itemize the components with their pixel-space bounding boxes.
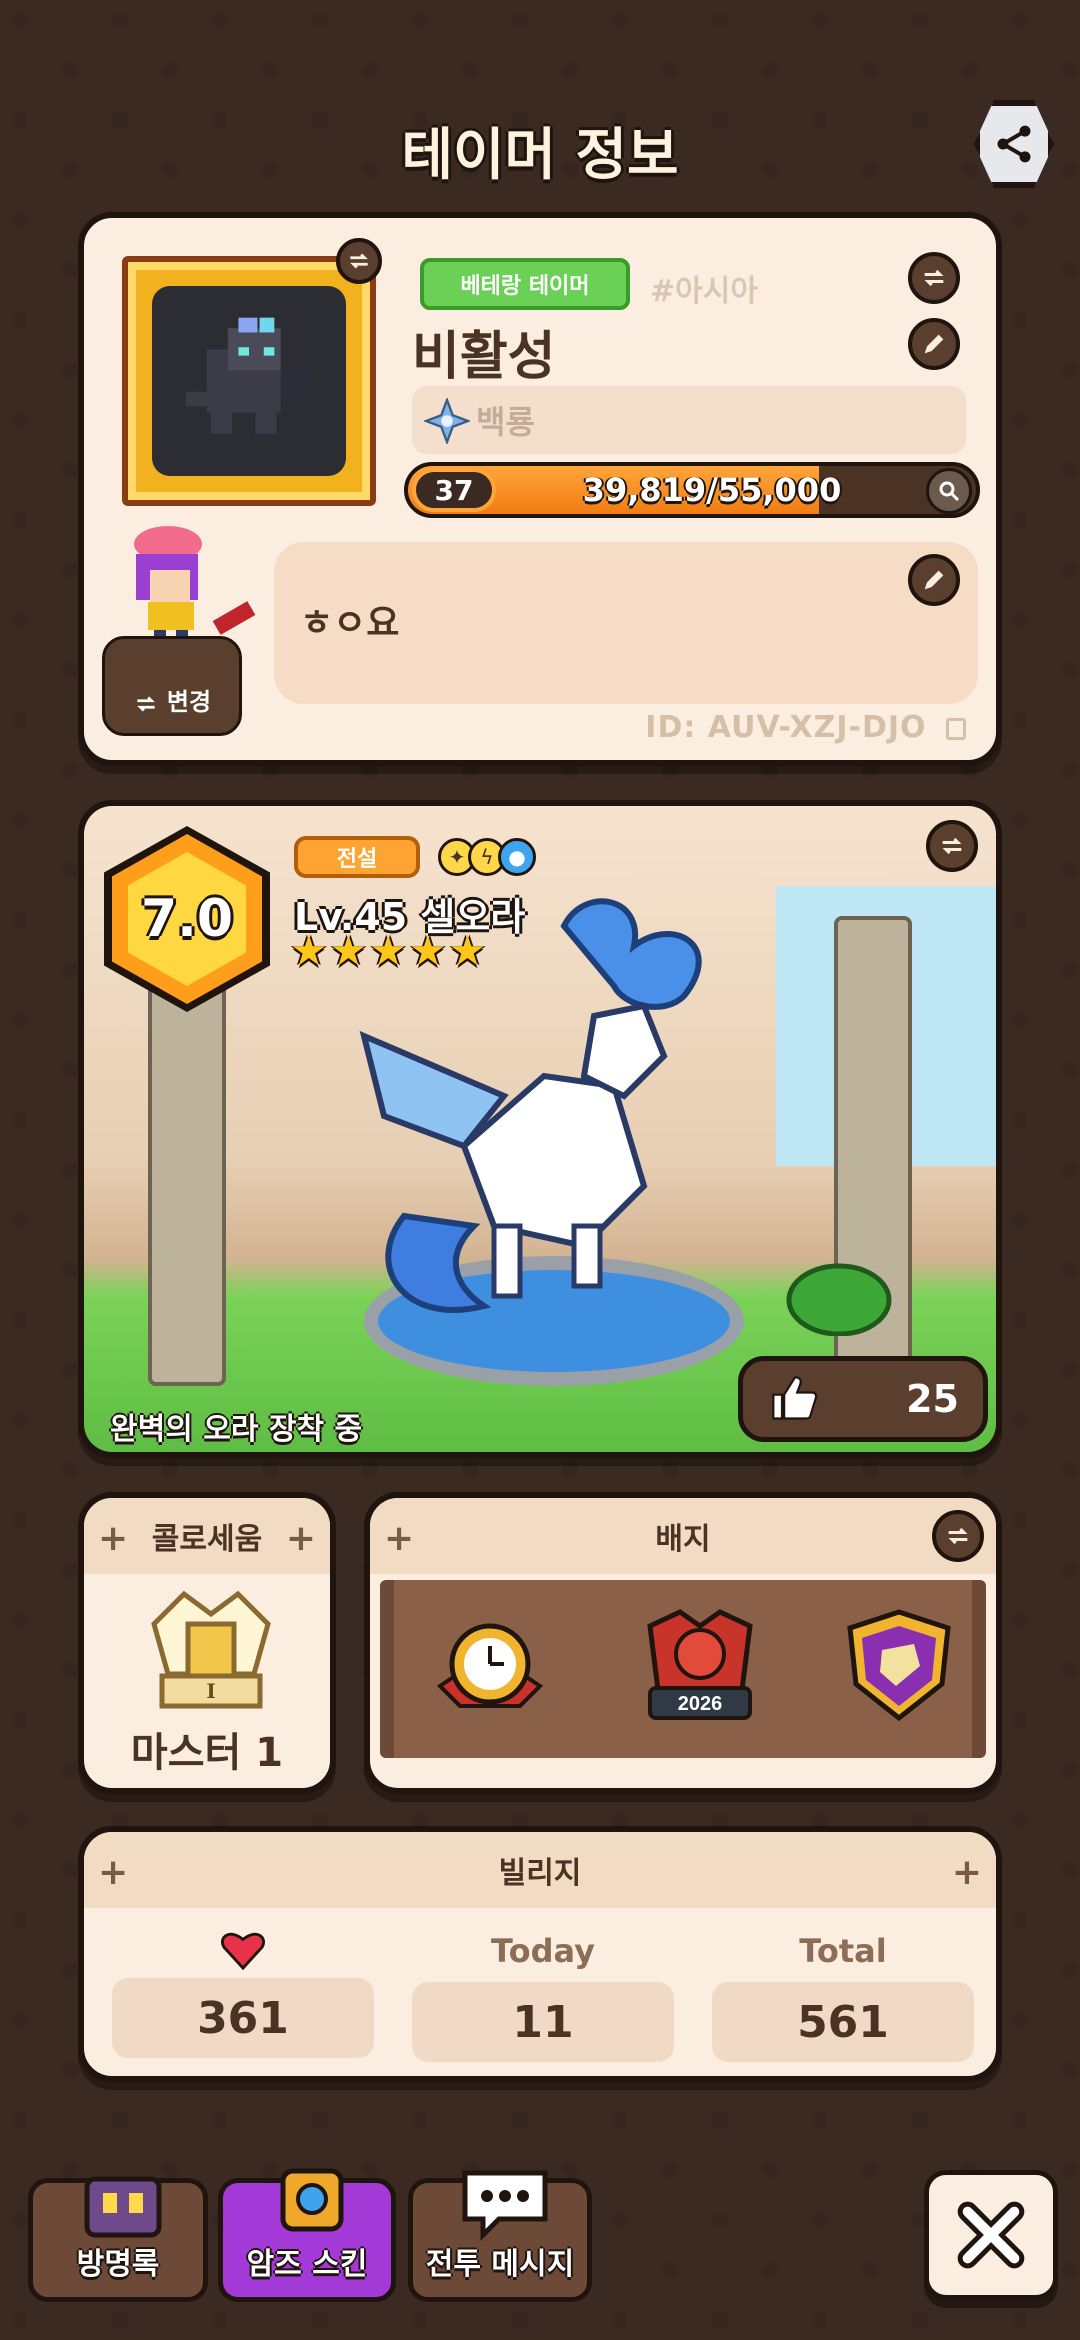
- badge-swap-button[interactable]: [932, 1510, 984, 1562]
- plus-icon: +: [98, 1518, 129, 1559]
- star-icon: ★: [290, 926, 328, 975]
- profile-card: 베테랑 테이머 #아시아 비활성 백룡 37 39,819/55,000 ㅎㅇ요: [78, 212, 1002, 766]
- user-id: ID: AUV-XZJ-DJO: [645, 710, 966, 745]
- copy-icon[interactable]: [946, 717, 966, 740]
- exp-value: 39,819/55,000: [582, 471, 842, 509]
- share-icon: [997, 125, 1031, 163]
- exp-bar: 37 39,819/55,000: [404, 462, 980, 518]
- edit-nickname-button[interactable]: [908, 318, 960, 370]
- pillar-left: [148, 956, 226, 1386]
- pencil-icon: [924, 334, 944, 354]
- region-tag: #아시아: [650, 274, 758, 309]
- total-value: 561: [712, 1982, 974, 2062]
- star-rating: ★ ★ ★ ★ ★: [290, 930, 486, 972]
- plus-icon: +: [384, 1518, 415, 1559]
- avatar: [152, 286, 346, 476]
- swap-icon: [137, 696, 155, 712]
- battle-message-label: 전투 메시지: [425, 2247, 575, 2282]
- year-2026-badge-icon[interactable]: 2026: [630, 1606, 770, 1726]
- today-stat: Today 11: [412, 1932, 674, 2062]
- plus-icon: +: [951, 1852, 982, 1893]
- thumbs-up-icon: [772, 1376, 818, 1420]
- swap-icon: [948, 1527, 968, 1545]
- level-badge: 37: [412, 468, 496, 512]
- total-stat: Total 561: [712, 1932, 974, 2062]
- village-header: 빌리지: [84, 1832, 996, 1908]
- star-icon: ★: [369, 926, 407, 975]
- colosseum-card[interactable]: 콜로세움 + + I 마스터 1: [78, 1492, 336, 1794]
- swap-icon: [350, 253, 368, 269]
- arms-skin-button[interactable]: 암즈 스킨: [218, 2168, 396, 2302]
- swap-icon: [942, 837, 962, 855]
- chat-bubble-icon: [462, 2170, 548, 2242]
- swap-icon: [924, 269, 944, 287]
- page-title: 테이머 정보: [401, 123, 679, 188]
- pencil-icon: [924, 570, 944, 590]
- guestbook-button[interactable]: 방명록: [28, 2176, 208, 2302]
- plus-icon: +: [98, 1852, 129, 1893]
- star-icon: ★: [408, 926, 447, 975]
- close-button[interactable]: [924, 2170, 1058, 2300]
- guestbook-icon: [84, 2176, 162, 2238]
- hearts-stat: 361: [112, 1928, 374, 2058]
- pet-card[interactable]: 7.0 전설 ✦ ϟ ● Lv.45 셀오라 ★ ★ ★ ★ ★ 완벽의 오라 …: [78, 800, 1002, 1458]
- star-icon: ★: [329, 926, 368, 975]
- badge-card[interactable]: 배지 + 2026: [364, 1492, 1002, 1794]
- arms-skin-icon: [280, 2168, 344, 2232]
- colosseum-title: 콜로세움: [151, 1522, 263, 1557]
- pet-swap-button[interactable]: [926, 820, 978, 872]
- village-title: 빌리지: [498, 1856, 582, 1891]
- today-value: 11: [412, 1982, 674, 2062]
- star-icon: ★: [448, 926, 487, 975]
- aura-status: 완벽의 오라 장착 중: [110, 1412, 363, 1447]
- bush-icon: [786, 1263, 892, 1336]
- user-id-text: ID: AUV-XZJ-DJO: [645, 710, 927, 745]
- tier-label: I: [206, 1679, 215, 1703]
- pet-score-badge: 7.0: [104, 826, 270, 1012]
- bio-text: ㅎㅇ요: [300, 603, 400, 644]
- edit-bio-button[interactable]: [908, 554, 960, 606]
- change-character-button[interactable]: 변경: [102, 636, 242, 736]
- grade-badge: 전설: [294, 836, 420, 878]
- total-label: Total: [799, 1932, 887, 1970]
- badge-shelf: 2026: [380, 1580, 986, 1758]
- profile-avatar-frame[interactable]: [122, 256, 376, 506]
- master-emblem-icon: I: [151, 1590, 271, 1709]
- battle-message-button[interactable]: 전투 메시지: [408, 2170, 592, 2302]
- dragon-shield-badge-icon[interactable]: [836, 1606, 962, 1726]
- village-card: 빌리지 + + 361 Today 11 Total 561: [78, 1826, 1002, 2082]
- badge-header: 배지: [370, 1498, 996, 1574]
- water-element-icon: ●: [498, 838, 536, 876]
- dragon-avatar-icon: [185, 317, 313, 434]
- nickname: 비활성: [412, 327, 556, 387]
- bio-bubble: ㅎㅇ요: [274, 542, 978, 704]
- hearts-value: 361: [112, 1978, 374, 2058]
- badge-year-label: 2026: [678, 1693, 723, 1715]
- title-selector[interactable]: 백룡: [412, 386, 966, 454]
- exp-search-button[interactable]: [926, 468, 972, 514]
- region-swap-button[interactable]: [908, 252, 960, 304]
- emblem-icon: [424, 398, 470, 444]
- clock-badge-icon[interactable]: [430, 1606, 550, 1726]
- close-icon: [957, 2201, 1025, 2269]
- colosseum-rank: 마스터 1: [130, 1730, 284, 1776]
- today-label: Today: [491, 1932, 595, 1970]
- plus-icon: +: [285, 1518, 316, 1559]
- avatar-swap-button[interactable]: [336, 238, 382, 284]
- heart-icon: [112, 1928, 374, 1978]
- tamer-rank-badge: 베테랑 테이머: [420, 258, 630, 310]
- title-placeholder: 백룡: [476, 403, 535, 441]
- change-label: 변경: [166, 688, 212, 716]
- search-icon: [939, 481, 960, 502]
- badge-title: 배지: [655, 1522, 711, 1557]
- like-button[interactable]: 25: [738, 1356, 988, 1442]
- like-count: 25: [906, 1377, 959, 1421]
